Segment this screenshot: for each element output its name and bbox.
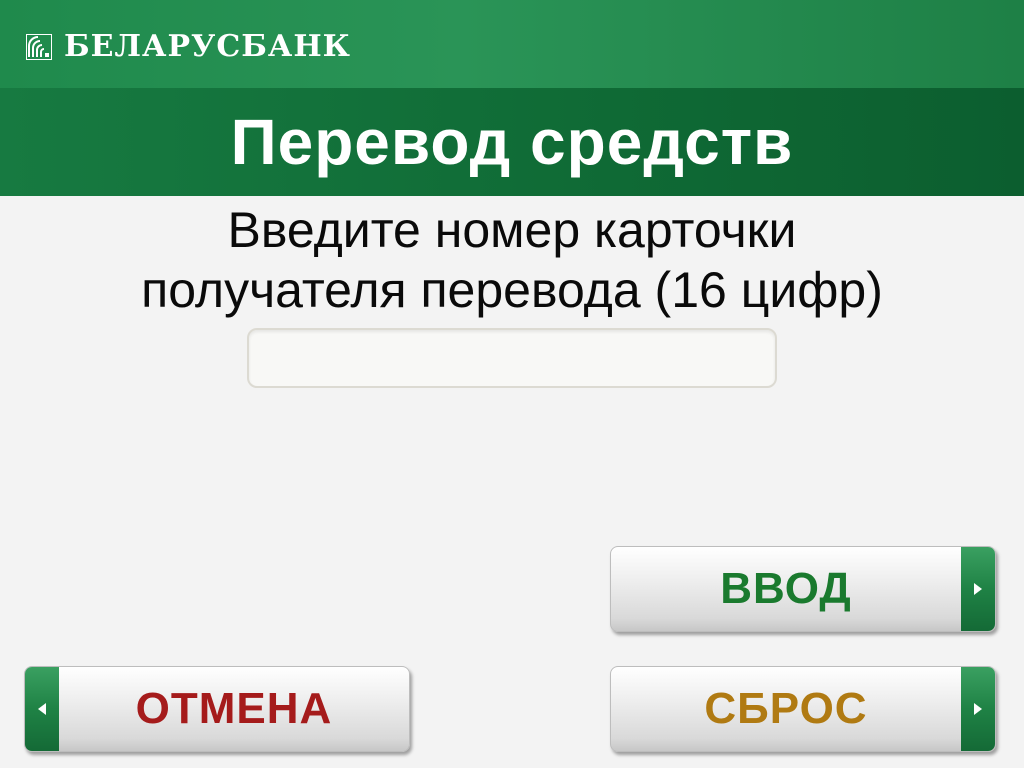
- atm-screen: БЕЛАРУСБАНК Перевод средств Введите номе…: [0, 0, 1024, 768]
- belarusbank-logo-icon: [26, 34, 52, 60]
- enter-button-label: ВВОД: [720, 564, 852, 613]
- arrow-right-icon: [974, 703, 982, 715]
- brand-bar: БЕЛАРУСБАНК: [0, 0, 1024, 88]
- reset-button-label: СБРОС: [704, 684, 868, 733]
- enter-button[interactable]: ВВОД: [610, 546, 996, 632]
- title-bar: Перевод средств: [0, 88, 1024, 196]
- reset-button-tab: [961, 667, 995, 751]
- reset-button[interactable]: СБРОС: [610, 666, 996, 752]
- arrow-right-icon: [974, 583, 982, 595]
- bank-logo: БЕЛАРУСБАНК: [26, 30, 351, 64]
- enter-button-tab: [961, 547, 995, 631]
- instruction-line-2: получателя перевода (16 цифр): [141, 262, 883, 318]
- bank-name: БЕЛАРУСБАНК: [64, 29, 351, 64]
- page-title: Перевод средств: [230, 106, 794, 178]
- cancel-button[interactable]: ОТМЕНА: [24, 666, 410, 752]
- card-number-input[interactable]: [247, 328, 777, 388]
- cancel-button-tab: [25, 667, 59, 751]
- cancel-button-label: ОТМЕНА: [135, 684, 333, 733]
- instruction-text: Введите номер карточки получателя перево…: [0, 200, 1024, 320]
- instruction-line-1: Введите номер карточки: [227, 202, 797, 258]
- arrow-left-icon: [38, 703, 46, 715]
